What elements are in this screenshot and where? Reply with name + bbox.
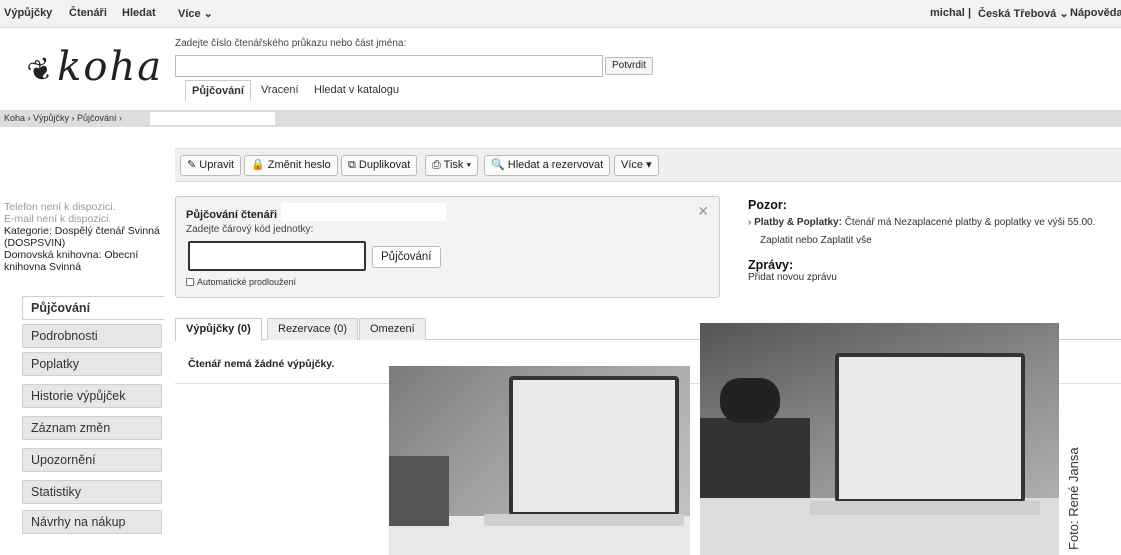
add-message-link[interactable]: Přidat novou zprávu	[748, 272, 1121, 283]
patron-search-submit-button[interactable]: Potvrdit	[605, 57, 653, 75]
tab-checkin-search[interactable]: Vracení	[255, 80, 305, 100]
barcode-input[interactable]	[188, 241, 366, 271]
patron-home-library: Domovská knihovna: Obecní knihovna Svinn…	[4, 249, 139, 273]
photo-laptop-scanner	[700, 323, 1059, 555]
tab-holds[interactable]: Rezervace (0)	[267, 318, 359, 340]
checkout-title: Půjčování čtenáři	[186, 209, 278, 221]
photo-books	[700, 418, 810, 498]
fines-notice: › Platby & Poplatky: Čtenář má Nezaplace…	[748, 217, 1096, 228]
sidemenu-statistics[interactable]: Statistiky	[22, 480, 162, 504]
branch-selector[interactable]: Česká Třebová ⌄	[978, 7, 1069, 20]
tab-restrictions[interactable]: Omezení	[359, 318, 426, 340]
pay-link[interactable]: Zaplatit	[760, 235, 793, 246]
sidemenu-modification-log[interactable]: Záznam změn	[22, 416, 162, 440]
tab-catalog-search[interactable]: Hledat v katalogu	[308, 80, 405, 100]
auto-renew-label: Automatické prodloužení	[197, 277, 297, 287]
nav-search[interactable]: Hledat	[122, 7, 156, 19]
nav-checkouts[interactable]: Výpůjčky	[4, 7, 52, 19]
photo-laptop-base	[810, 501, 1040, 515]
sidemenu-fines[interactable]: Poplatky	[22, 352, 162, 376]
change-password-button[interactable]: 🔒 Změnit heslo	[244, 155, 338, 176]
sidemenu-purchase-suggestions[interactable]: Návrhy na nákup	[22, 510, 162, 534]
print-button[interactable]: ⎙ Tisk ▾	[425, 155, 479, 176]
photo-laptop-screen	[509, 376, 679, 516]
checkout-panel: Půjčování čtenáři Zadejte čárový kód jed…	[175, 196, 720, 298]
tab-checkout-search[interactable]: Půjčování	[185, 80, 251, 101]
top-navigation: Výpůjčky Čtenáři Hledat Více ⌄ michal | …	[0, 0, 1121, 28]
help-link[interactable]: Nápověda	[1070, 7, 1121, 19]
duplicate-button[interactable]: ⧉ Duplikovat	[341, 155, 418, 176]
auto-renew-checkbox[interactable]	[186, 278, 194, 286]
close-icon[interactable]: ✕	[697, 203, 709, 220]
checkout-button[interactable]: Půjčování	[372, 246, 441, 268]
user-separator: |	[968, 7, 972, 19]
barcode-label: Zadejte čárový kód jednotky:	[186, 224, 314, 235]
sidemenu-details[interactable]: Podrobnosti	[22, 324, 162, 348]
photo-books	[389, 456, 449, 526]
patron-search-label: Zadejte číslo čtenářského průkazu nebo č…	[175, 38, 407, 49]
pay-or-text: nebo	[795, 235, 818, 246]
pay-links: Zaplatit nebo Zaplatit vše	[748, 235, 1121, 246]
patron-notes: Pozor: › Platby & Poplatky: Čtenář má Ne…	[748, 198, 1121, 283]
patron-search-input[interactable]	[175, 55, 603, 77]
patron-email: E-mail není k dispozici.	[4, 213, 112, 225]
sidemenu-notices[interactable]: Upozornění	[22, 448, 162, 472]
fines-text: Čtenář má Nezaplacené platby & poplatky …	[844, 217, 1096, 228]
photo-laptop-base	[484, 514, 684, 526]
sidemenu-checkout[interactable]: Půjčování	[22, 296, 164, 320]
patron-toolbar: ✎ Upravit 🔒 Změnit heslo ⧉ Duplikovat ⎙ …	[175, 148, 1121, 182]
logo-text: koha	[57, 44, 164, 90]
attention-title: Pozor:	[748, 198, 787, 212]
logged-in-user[interactable]: michal	[930, 7, 965, 19]
messages-title: Zprávy:	[748, 258, 794, 272]
koha-logo-mark-icon: ❦	[22, 49, 61, 92]
breadcrumb-patron-name	[150, 112, 275, 125]
photo-credit: Foto: René Jansa	[1066, 447, 1081, 550]
koha-logo[interactable]: ❦koha	[23, 44, 164, 92]
photo-laptop-front	[389, 366, 690, 555]
pay-all-link[interactable]: Zaplatit vše	[821, 235, 872, 246]
patron-info: Telefon není k dispozici. E-mail není k …	[4, 201, 164, 273]
no-checkouts-message: Čtenář nemá žádné výpůjčky.	[188, 358, 335, 370]
fines-label: Platby & Poplatky:	[754, 217, 842, 228]
checkout-patron-name	[281, 203, 446, 221]
patron-phone: Telefon není k dispozici.	[4, 201, 116, 213]
edit-button[interactable]: ✎ Upravit	[180, 155, 242, 176]
more-button[interactable]: Více ▾	[614, 155, 659, 176]
patron-category: Kategorie: Dospělý čtenář Svinná (DOSPSV…	[4, 225, 160, 249]
auto-renew-option[interactable]: Automatické prodloužení	[186, 277, 296, 287]
search-to-hold-button[interactable]: 🔍 Hledat a rezervovat	[484, 155, 611, 176]
nav-more[interactable]: Více ⌄	[178, 7, 213, 20]
breadcrumb[interactable]: Koha › Výpůjčky › Půjčování ›	[4, 113, 122, 123]
tab-checkouts[interactable]: Výpůjčky (0)	[175, 318, 262, 341]
photo-laptop-screen	[835, 353, 1025, 503]
nav-patrons[interactable]: Čtenáři	[69, 7, 107, 19]
photo-barcode-scanner	[720, 378, 780, 423]
sidemenu-circulation-history[interactable]: Historie výpůjček	[22, 384, 162, 408]
